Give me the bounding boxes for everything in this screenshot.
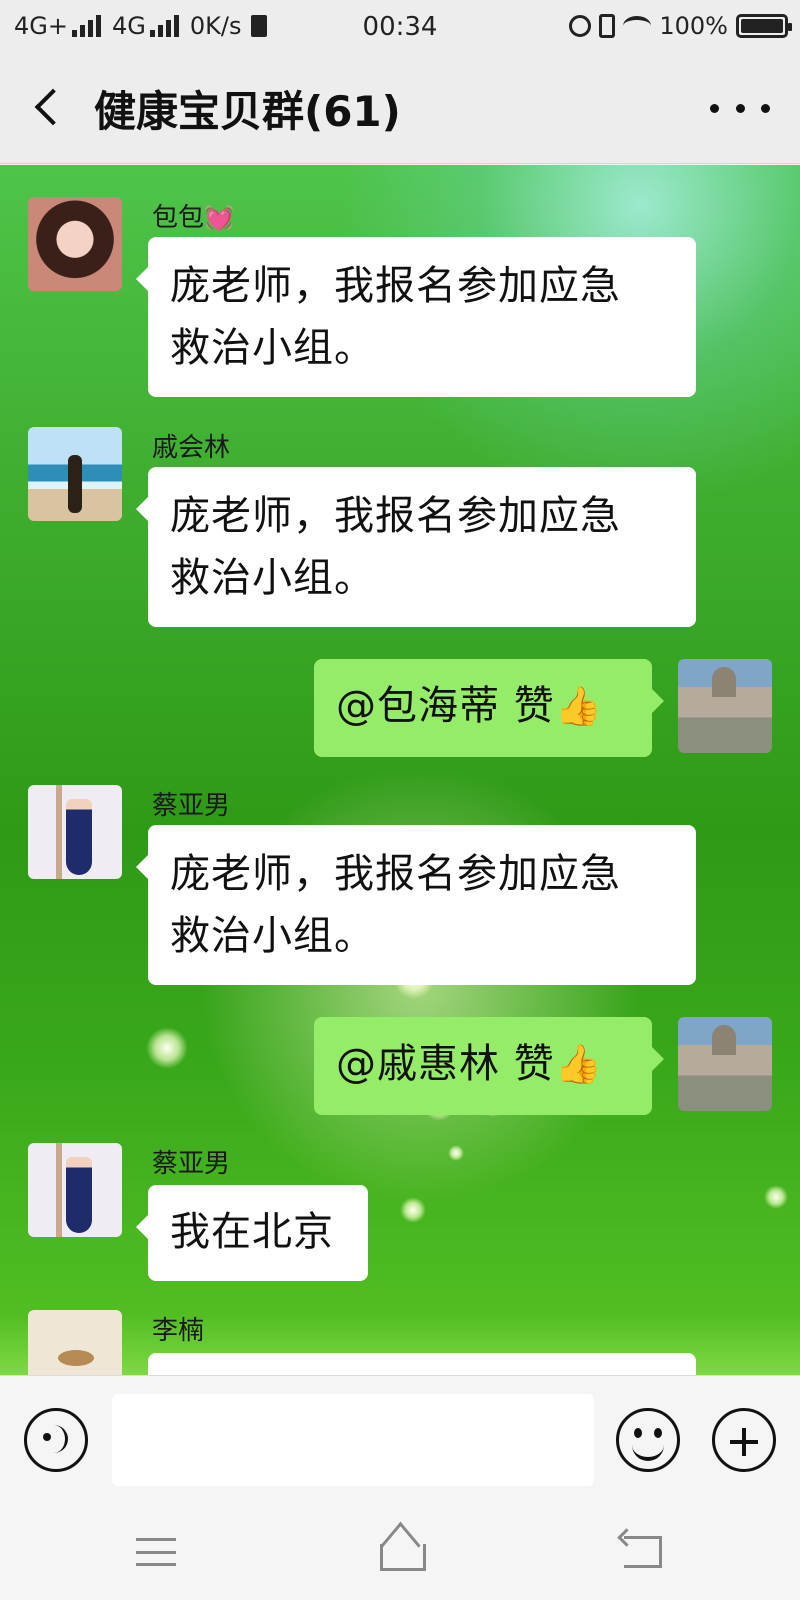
message-text-line: 救治小组。 <box>170 913 375 959</box>
message-bubble[interactable]: 庞老师，我报名参加应急 救治小组。 <box>136 825 696 985</box>
message-text: 我在北京 <box>170 1209 334 1255</box>
background-sparkle <box>146 1027 188 1069</box>
avatar[interactable] <box>28 1310 122 1375</box>
avatar[interactable] <box>28 785 122 879</box>
wifi-icon <box>623 16 652 36</box>
sender-name: 蔡亚男 <box>152 791 231 821</box>
plus-icon[interactable] <box>712 1408 776 1472</box>
chevron-left-icon[interactable] <box>26 84 70 134</box>
sender-name: 蔡亚男 <box>152 1149 231 1179</box>
alarm-icon <box>569 15 592 37</box>
battery-icon <box>736 14 792 38</box>
chat-area[interactable]: 包包💓 庞老师，我报名参加应急 救治小组。 戚会林 庞老师，我报名参加应急 救治… <box>0 165 800 1375</box>
chat-header: 健康宝贝群(61) <box>0 54 800 164</box>
sender-name: 包包💓 <box>152 197 234 234</box>
avatar[interactable] <box>28 427 122 521</box>
background-sparkle <box>764 1185 788 1209</box>
message-text-line: 庞老师，我报名参加应急 <box>170 263 621 309</box>
avatar[interactable] <box>678 659 772 753</box>
message-bubble[interactable]: @戚惠林 赞👍 <box>314 1017 664 1115</box>
more-dots-icon[interactable] <box>710 90 770 126</box>
status-bar: 4G+ 4G 0K/s 00:34 100% <box>0 0 800 54</box>
message-text: @戚惠林 赞 <box>336 1041 555 1087</box>
avatar[interactable] <box>28 1143 122 1237</box>
avatar[interactable] <box>678 1017 772 1111</box>
vibrate-icon <box>599 14 616 38</box>
emoji-icon[interactable] <box>616 1408 680 1472</box>
menu-icon[interactable] <box>136 1538 176 1566</box>
message-text-line: 庞老师，我报名参加应急 <box>170 851 621 897</box>
sender-name: 戚会林 <box>152 433 231 463</box>
background-sparkle <box>448 1145 464 1161</box>
back-icon[interactable] <box>624 1536 662 1568</box>
message-bubble[interactable] <box>148 1353 696 1375</box>
sender-name-text: 包包 <box>152 203 205 233</box>
message-text-line: 救治小组。 <box>170 325 375 371</box>
input-bar <box>0 1375 800 1500</box>
voice-icon[interactable] <box>24 1408 88 1472</box>
thumbs-up-icon: 👍 <box>554 1042 604 1086</box>
sender-name: 李楠 <box>152 1316 205 1346</box>
background-sparkle <box>400 1197 426 1223</box>
system-nav-bar <box>0 1500 800 1600</box>
avatar[interactable] <box>28 197 122 291</box>
battery-percent: 100% <box>659 12 728 40</box>
status-right: 100% <box>569 12 792 40</box>
message-text-line: 救治小组。 <box>170 555 375 601</box>
page-title: 健康宝贝群(61) <box>94 87 401 136</box>
message-bubble[interactable]: @包海蒂 赞👍 <box>314 659 664 757</box>
message-bubble[interactable]: 庞老师，我报名参加应急 救治小组。 <box>136 467 696 627</box>
home-icon[interactable] <box>376 1530 428 1572</box>
message-text-line: 庞老师，我报名参加应急 <box>170 493 621 539</box>
message-bubble[interactable]: 庞老师，我报名参加应急 救治小组。 <box>136 237 696 397</box>
heart-icon: 💓 <box>204 204 234 232</box>
message-bubble[interactable]: 我在北京 <box>136 1185 368 1281</box>
message-input[interactable] <box>112 1394 594 1486</box>
message-text: @包海蒂 赞 <box>336 683 555 729</box>
thumbs-up-icon: 👍 <box>554 684 604 728</box>
